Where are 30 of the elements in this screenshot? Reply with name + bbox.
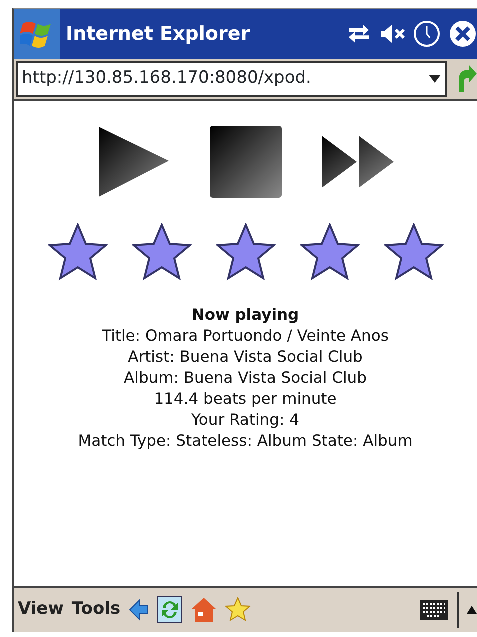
up-caret-icon[interactable]: [467, 606, 477, 614]
track-info-text: Match Type: Stateless: Album State: Album: [78, 431, 413, 452]
menu-button[interactable]: View: [18, 597, 64, 623]
connectivity-icon[interactable]: [347, 23, 371, 45]
rating-star-icon[interactable]: [48, 223, 108, 281]
favorites-star-icon[interactable]: [224, 597, 251, 623]
play-icon[interactable]: [96, 126, 170, 198]
rating-star-icon[interactable]: [300, 223, 360, 281]
track-info-text: Artist: Buena Vista Social Club: [127, 347, 364, 368]
back-arrow-icon[interactable]: [128, 599, 149, 621]
track-info-text: 114.4 beats per minute: [153, 389, 338, 410]
now-playing-heading: Now playing: [190, 305, 300, 326]
track-info-text: Your Rating: 4: [190, 410, 300, 431]
track-info-text: Album: Buena Vista Social Club: [123, 368, 368, 389]
address-field[interactable]: http://130.85.168.170:8080/xpod.: [16, 61, 447, 97]
window-title: Internet Explorer: [66, 22, 252, 47]
menu-button[interactable]: Tools: [72, 597, 121, 623]
fast-forward-icon[interactable]: [320, 135, 394, 189]
dropdown-caret-icon[interactable]: [429, 75, 441, 83]
start-icon[interactable]: [14, 9, 60, 59]
rating-star-icon[interactable]: [132, 223, 192, 281]
clock-icon[interactable]: [413, 20, 441, 48]
refresh-icon[interactable]: [156, 596, 183, 624]
stop-icon[interactable]: [208, 125, 282, 199]
track-info-text: Title: Omara Portuondo / Veinte Anos: [101, 326, 390, 347]
rating-star-icon[interactable]: [384, 223, 444, 281]
home-icon[interactable]: [190, 597, 217, 623]
keyboard-icon[interactable]: [419, 599, 449, 621]
rating-star-icon[interactable]: [216, 223, 276, 281]
close-icon[interactable]: [449, 20, 477, 48]
